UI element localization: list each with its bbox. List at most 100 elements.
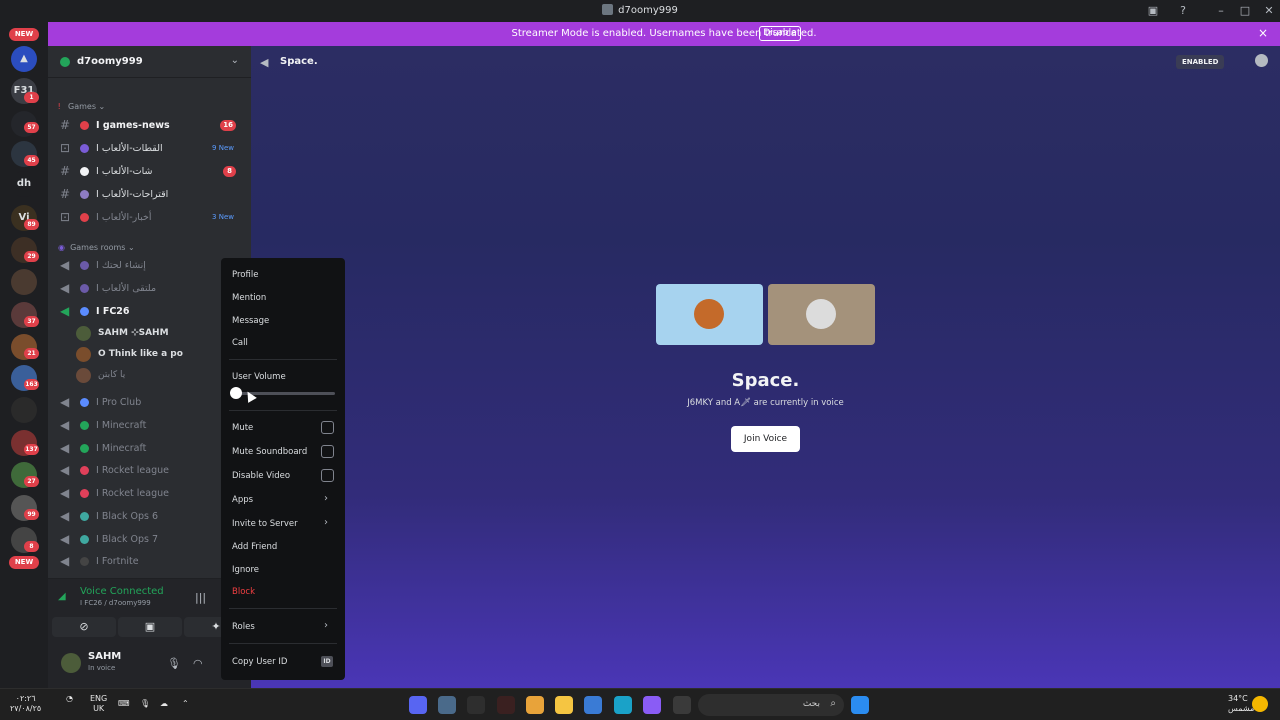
file-explorer-icon[interactable] — [555, 696, 573, 714]
menu-mention[interactable]: Mention — [232, 293, 266, 303]
menu-mute[interactable]: Mute — [232, 423, 253, 433]
voice-channel-path[interactable]: I FC26 / d7oomy999 — [80, 599, 151, 607]
menu-add-friend[interactable]: Add Friend — [232, 542, 277, 552]
signal-icon[interactable]: ◢ — [58, 591, 66, 602]
server-icon[interactable] — [11, 269, 37, 295]
menu-profile[interactable]: Profile — [232, 270, 258, 280]
cloud-icon[interactable]: ☁ — [160, 699, 168, 709]
windows-taskbar: ٠٢:٢٦ ٢٧/٠٨/٢٥ ◔ ENG UK ⌨ 🎙 ☁ ⌃ بحث ⌕ 34°C… — [0, 688, 1280, 720]
headphones-icon[interactable]: ◠ — [193, 657, 203, 670]
chevron-up-icon[interactable]: ⌃ — [182, 699, 189, 709]
banner-close-icon[interactable]: × — [1258, 26, 1268, 40]
wifi-icon[interactable]: ◔ — [66, 694, 73, 704]
maximize-icon[interactable]: □ — [1238, 4, 1252, 18]
menu-invite-to-server[interactable]: Invite to Server — [232, 519, 298, 529]
server-icon[interactable] — [11, 397, 37, 423]
channel-name: I Fortnite — [96, 556, 139, 567]
noise-suppression-icon[interactable]: ||| — [195, 591, 206, 604]
task-view-icon[interactable] — [673, 696, 691, 714]
menu-message[interactable]: Message — [232, 316, 269, 326]
channel-news[interactable]: ⊡ I أخبار-الألعاب 3 New — [56, 208, 244, 228]
minimize-icon[interactable]: – — [1214, 4, 1228, 18]
voice-channel[interactable]: ◀ I إنشاء لحتك 00 — [56, 256, 244, 276]
participant-tile[interactable] — [656, 284, 763, 345]
discord-icon[interactable] — [409, 696, 427, 714]
close-window-icon[interactable]: ✕ — [1262, 4, 1276, 18]
mute-soundboard-checkbox[interactable] — [321, 445, 334, 458]
camera-icon — [80, 144, 89, 153]
user-volume-knob[interactable] — [230, 387, 242, 399]
obs-icon[interactable] — [467, 696, 485, 714]
avatar — [76, 347, 91, 362]
menu-apps[interactable]: Apps — [232, 495, 253, 505]
voice-channel[interactable]: ◀ I Minecraft 00 — [56, 416, 244, 436]
voice-channel[interactable]: ◀ I Black Ops 7 00 — [56, 530, 244, 550]
forum-icon: ⊡ — [60, 210, 71, 224]
weather-widget[interactable]: 34°C مشمس — [1228, 694, 1254, 714]
menu-roles[interactable]: Roles — [232, 622, 255, 632]
channel-clips[interactable]: ⊡ I القطات-الألعاب 9 New — [56, 139, 244, 159]
disable-streamer-button[interactable]: Disable — [759, 26, 801, 41]
channel-title: Space. — [280, 56, 318, 67]
channel-games-news[interactable]: # I games-news 16 — [56, 116, 244, 136]
menu-ignore[interactable]: Ignore — [232, 565, 259, 575]
chat-icon[interactable] — [1255, 54, 1268, 67]
help-icon[interactable]: ? — [1176, 4, 1190, 18]
voice-channel[interactable]: ◀ I Fortnite 00 — [56, 552, 244, 572]
voice-channel[interactable]: ◀ I Rocket league 00 — [56, 461, 244, 481]
channel-chat[interactable]: # I شات-الألعاب 8 — [56, 162, 244, 182]
edge-icon[interactable] — [614, 696, 632, 714]
disable-video-checkbox[interactable] — [321, 469, 334, 482]
server-icon[interactable]: dh — [11, 171, 37, 197]
voice-channel[interactable]: ◀ I Minecraft 00 — [56, 439, 244, 459]
screen-share-button[interactable]: ▣ — [118, 617, 182, 637]
streamer-enabled-badge[interactable]: ENABLED — [1176, 55, 1225, 69]
voice-channel[interactable]: ◀ I ملتقى الألعاب 00 — [56, 279, 244, 299]
join-voice-button[interactable]: Join Voice — [731, 426, 800, 452]
menu-block[interactable]: Block — [232, 587, 255, 597]
clock[interactable]: ٠٢:٢٦ ٢٧/٠٨/٢٥ — [10, 694, 41, 714]
channel-name: I games-news — [96, 120, 170, 131]
voice-channel-fc26[interactable]: ◀ I FC26 03 — [56, 302, 244, 322]
server-icon-home[interactable]: ▲ — [11, 46, 37, 72]
mention-badge: 16 — [220, 120, 236, 131]
voice-channel[interactable]: ◀ I Black Ops 6 00 — [56, 507, 244, 527]
xbox-icon[interactable] — [497, 696, 515, 714]
app-icon — [602, 4, 614, 15]
chevron-right-icon: › — [324, 620, 328, 631]
menu-disable-video[interactable]: Disable Video — [232, 471, 290, 481]
keyboard-icon[interactable]: ⌨ — [118, 699, 130, 709]
microphone-icon[interactable]: 🎙 — [140, 699, 150, 709]
chevron-right-icon: › — [324, 517, 328, 528]
settings-icon[interactable] — [438, 696, 456, 714]
store-icon[interactable] — [584, 696, 602, 714]
voice-user-name: O Think like a po — [98, 349, 183, 359]
voice-channel[interactable]: ◀ I Rocket league 00 — [56, 484, 244, 504]
avatar[interactable] — [61, 653, 81, 673]
search-placeholder: بحث — [802, 699, 820, 709]
mute-checkbox[interactable] — [321, 421, 334, 434]
category-games-rooms[interactable]: ◉ Games rooms ⌄ — [58, 243, 135, 252]
language-indicator[interactable]: ENG UK — [90, 694, 107, 714]
user-name[interactable]: SAHM — [88, 651, 121, 662]
inbox-icon[interactable]: ▣ — [1146, 4, 1160, 18]
voice-status[interactable]: Voice Connected — [80, 586, 164, 597]
chrome-icon[interactable] — [526, 696, 544, 714]
copilot-icon[interactable] — [643, 696, 661, 714]
server-header[interactable]: d7oomy999 ⌄ — [48, 46, 251, 78]
server-rail: NEW ▲ F31 1 57 45 dh Vi 89 29 37 21 163 … — [0, 22, 48, 688]
taskbar-search[interactable]: بحث ⌕ — [698, 694, 844, 716]
category-games[interactable]: ǃ Games ⌄ — [58, 102, 105, 111]
menu-call[interactable]: Call — [232, 338, 248, 348]
menu-mute-soundboard[interactable]: Mute Soundboard — [232, 447, 307, 457]
voice-channel[interactable]: ◀ I Pro Club 00 — [56, 393, 244, 413]
avatar — [694, 299, 724, 329]
mention-badge: 8 — [223, 166, 236, 177]
participant-tile[interactable] — [768, 284, 875, 345]
channel-suggestions[interactable]: # I اقتراحات-الألعاب — [56, 185, 244, 205]
speaker-icon: ◀ — [60, 258, 70, 272]
menu-copy-user-id[interactable]: Copy User ID — [232, 657, 287, 667]
camera-off-button[interactable]: ⊘ — [52, 617, 116, 637]
microphone-icon[interactable]: 🎙 — [167, 657, 181, 670]
start-icon[interactable] — [851, 696, 869, 714]
